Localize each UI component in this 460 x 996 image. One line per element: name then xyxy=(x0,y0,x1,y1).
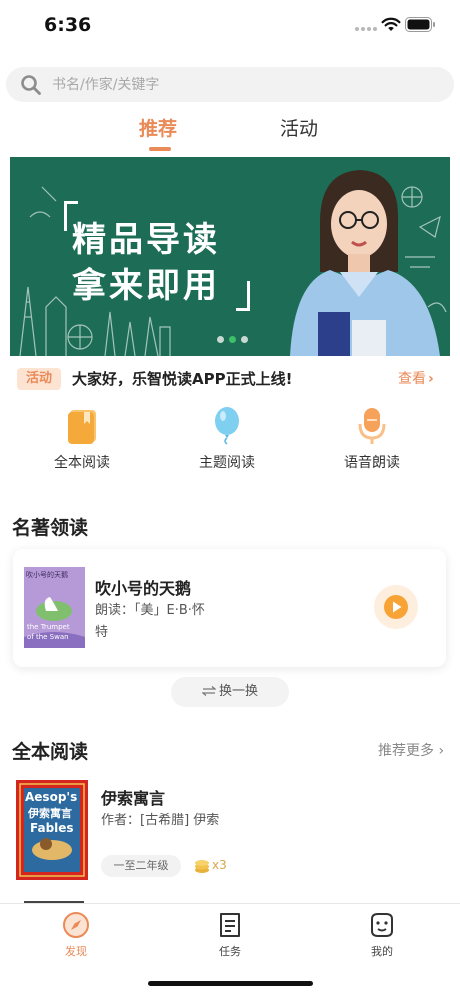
search-icon xyxy=(21,75,41,95)
book-author: 作者：[古希腊] 伊索 xyxy=(101,813,220,828)
tab-mine[interactable]: 我的 xyxy=(342,911,422,959)
reader-line-2: 特 xyxy=(95,625,109,640)
teacher-figure xyxy=(290,170,440,356)
book-cover[interactable]: Aesop's 伊索寓言 Fables xyxy=(16,780,88,880)
chevron-right-icon: › xyxy=(428,371,434,387)
compass-icon xyxy=(63,912,89,938)
status-time: 6:36 xyxy=(44,14,92,36)
cover-title-text: 吹小号的天鹅 xyxy=(26,571,68,579)
banner-dot[interactable] xyxy=(241,336,248,343)
swap-label: 换一换 xyxy=(218,684,258,699)
play-button[interactable] xyxy=(374,585,418,629)
chevron-right-icon: › xyxy=(434,743,445,759)
reader-line-1: 朗读：「美」E·B·怀 xyxy=(95,603,205,618)
category-full-reading[interactable]: 全本阅读 xyxy=(32,406,132,472)
cover-en-bottom: Fables xyxy=(30,821,74,835)
active-tab-indicator xyxy=(149,147,171,151)
cover-en-top: Aesop's xyxy=(25,790,78,804)
grade-tag: 一至二年级 xyxy=(101,855,181,877)
section-title-full-reading: 全本阅读 xyxy=(12,741,89,763)
notice-view-link[interactable]: 查看 › xyxy=(398,368,434,390)
tab-recommend[interactable]: 推荐 xyxy=(139,114,177,141)
book-icon xyxy=(68,410,96,444)
book-title[interactable]: 伊索寓言 xyxy=(101,785,165,809)
notice-text[interactable]: 大家好，乐智悦读APP正式上线! xyxy=(72,368,292,390)
profile-face-icon xyxy=(371,913,393,937)
balloon-icon xyxy=(215,407,239,445)
recommend-more-link[interactable]: 推荐更多 › xyxy=(378,740,444,760)
tab-tasks[interactable]: 任务 xyxy=(190,911,270,959)
play-icon xyxy=(384,595,408,619)
book-reader: 朗读：「美」E·B·怀 特 xyxy=(95,600,235,644)
banner-headline-1: 精品导读 xyxy=(72,220,220,260)
banner-bracket-close xyxy=(236,281,250,311)
microphone-icon xyxy=(358,408,386,444)
tab-discover[interactable]: 发现 xyxy=(36,911,116,959)
task-list-icon xyxy=(220,913,240,937)
activity-badge: 活动 xyxy=(17,368,61,390)
search-bar[interactable] xyxy=(6,67,454,102)
cover-cn: 伊索寓言 xyxy=(28,807,72,820)
swap-button[interactable]: 换一换 xyxy=(171,677,289,707)
category-voice-reading[interactable]: 语音朗读 xyxy=(322,406,422,472)
category-theme-reading[interactable]: 主题阅读 xyxy=(177,406,277,472)
home-indicator[interactable] xyxy=(148,981,313,986)
category-label: 语音朗读 xyxy=(344,455,400,471)
cover-subtitle-2: of the Swan xyxy=(27,633,69,641)
tab-label: 发现 xyxy=(65,945,87,958)
bottom-tab-bar: 发现 任务 我的 xyxy=(0,903,460,996)
banner-pagination xyxy=(217,336,253,344)
book-title: 吹小号的天鹅 xyxy=(95,579,192,598)
category-label: 全本阅读 xyxy=(54,455,110,471)
search-input[interactable] xyxy=(52,67,442,102)
wifi-icon xyxy=(381,17,401,31)
category-label: 主题阅读 xyxy=(199,455,255,471)
tab-label: 我的 xyxy=(371,945,393,958)
banner-dot-active[interactable] xyxy=(229,336,236,343)
signal-dots-icon xyxy=(355,27,379,32)
section-title-famous: 名著领读 xyxy=(12,517,89,539)
banner-dot[interactable] xyxy=(217,336,224,343)
coin-stack-icon xyxy=(195,860,209,873)
notice-view-label: 查看 xyxy=(398,371,426,387)
coin-count: x3 xyxy=(212,858,227,872)
tab-label: 任务 xyxy=(219,945,241,958)
swap-arrows-icon xyxy=(201,686,216,696)
tab-activity[interactable]: 活动 xyxy=(280,114,318,141)
cover-subtitle-1: the Trumpet xyxy=(27,623,70,631)
recommend-more-label: 推荐更多 xyxy=(378,743,434,759)
famous-book-card[interactable]: 吹小号的天鹅 the Trumpet of the Swan 吹小号的天鹅 朗读… xyxy=(13,549,446,667)
status-bar: 6:36 xyxy=(0,0,460,52)
book-cover: 吹小号的天鹅 the Trumpet of the Swan xyxy=(24,567,85,648)
banner-headline-2: 拿来即用 xyxy=(72,266,220,306)
battery-icon xyxy=(405,17,435,32)
